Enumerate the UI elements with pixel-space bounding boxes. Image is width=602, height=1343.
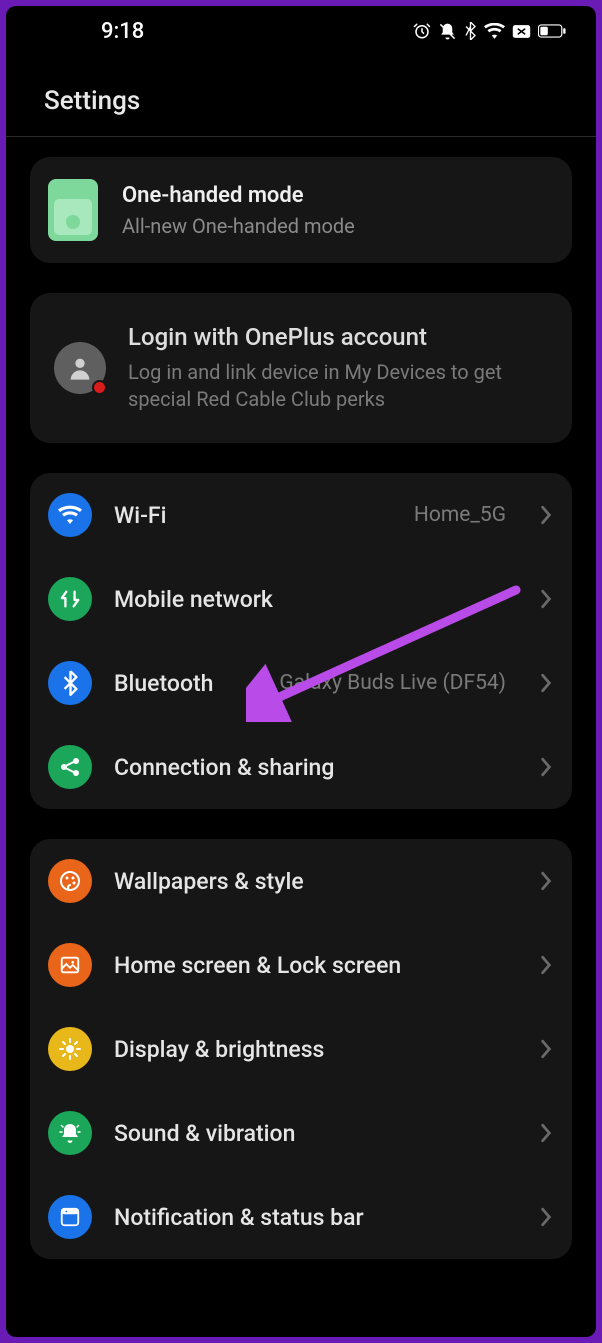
content: One-handed mode All-new One-handed mode …: [6, 137, 596, 1289]
sound-vibration-row[interactable]: Sound & vibration: [30, 1091, 572, 1175]
wifi-row[interactable]: Wi-Fi Home_5G: [30, 473, 572, 557]
phone-screen: 9:18 Settings One-handed mode All-new On…: [6, 6, 596, 1337]
sound-icon: [48, 1111, 92, 1155]
bluetooth-row[interactable]: Bluetooth Galaxy Buds Live (DF54): [30, 641, 572, 725]
chevron-right-icon: [540, 673, 552, 693]
bluetooth-icon: [48, 661, 92, 705]
connectivity-group: Wi-Fi Home_5G Mobile network Bluetooth: [30, 473, 572, 809]
home-screen-label: Home screen & Lock screen: [114, 952, 401, 979]
chevron-right-icon: [540, 1039, 552, 1059]
connection-sharing-icon: [48, 745, 92, 789]
status-bar: 9:18: [6, 6, 596, 56]
chevron-right-icon: [540, 1123, 552, 1143]
account-title: Login with OnePlus account: [128, 323, 548, 351]
home-screen-icon: [48, 943, 92, 987]
brightness-icon: [48, 1027, 92, 1071]
wallpapers-label: Wallpapers & style: [114, 868, 304, 895]
page-title: Settings: [6, 56, 596, 136]
one-handed-subtitle: All-new One-handed mode: [122, 214, 355, 238]
chevron-right-icon: [540, 955, 552, 975]
one-handed-title: One-handed mode: [122, 183, 355, 208]
chevron-right-icon: [540, 589, 552, 609]
wallpapers-icon: [48, 859, 92, 903]
wifi-status-icon: [484, 23, 505, 39]
account-subtitle: Log in and link device in My Devices to …: [128, 359, 548, 413]
wallpapers-row[interactable]: Wallpapers & style: [30, 839, 572, 923]
mobile-network-label: Mobile network: [114, 586, 273, 613]
status-icons: [413, 22, 566, 41]
bluetooth-value: Galaxy Buds Live (DF54): [279, 671, 506, 695]
account-login-card[interactable]: Login with OnePlus account Log in and li…: [30, 293, 572, 443]
chevron-right-icon: [540, 871, 552, 891]
status-time: 9:18: [101, 19, 144, 44]
sound-vibration-label: Sound & vibration: [114, 1120, 295, 1147]
notification-status-row[interactable]: Notification & status bar: [30, 1175, 572, 1259]
display-brightness-label: Display & brightness: [114, 1036, 324, 1063]
alarm-icon: [413, 22, 431, 40]
avatar: [54, 342, 106, 394]
notification-dot: [92, 380, 107, 395]
chevron-right-icon: [540, 505, 552, 525]
display-brightness-row[interactable]: Display & brightness: [30, 1007, 572, 1091]
dnd-icon: [512, 24, 531, 39]
one-handed-icon: [48, 179, 98, 241]
mobile-network-icon: [48, 577, 92, 621]
chevron-right-icon: [540, 1207, 552, 1227]
notification-status-label: Notification & status bar: [114, 1204, 364, 1231]
bluetooth-status-icon: [464, 22, 477, 40]
mobile-network-row[interactable]: Mobile network: [30, 557, 572, 641]
display-group: Wallpapers & style Home screen & Lock sc…: [30, 839, 572, 1259]
connection-sharing-row[interactable]: Connection & sharing: [30, 725, 572, 809]
battery-icon: [538, 24, 566, 38]
wifi-label: Wi-Fi: [114, 502, 166, 529]
bluetooth-label: Bluetooth: [114, 670, 213, 697]
chevron-right-icon: [540, 757, 552, 777]
notification-bar-icon: [48, 1195, 92, 1239]
one-handed-mode-card[interactable]: One-handed mode All-new One-handed mode: [30, 157, 572, 263]
wifi-icon: [48, 493, 92, 537]
home-screen-row[interactable]: Home screen & Lock screen: [30, 923, 572, 1007]
mute-icon: [438, 22, 457, 41]
connection-sharing-label: Connection & sharing: [114, 754, 334, 781]
wifi-value: Home_5G: [414, 503, 506, 527]
